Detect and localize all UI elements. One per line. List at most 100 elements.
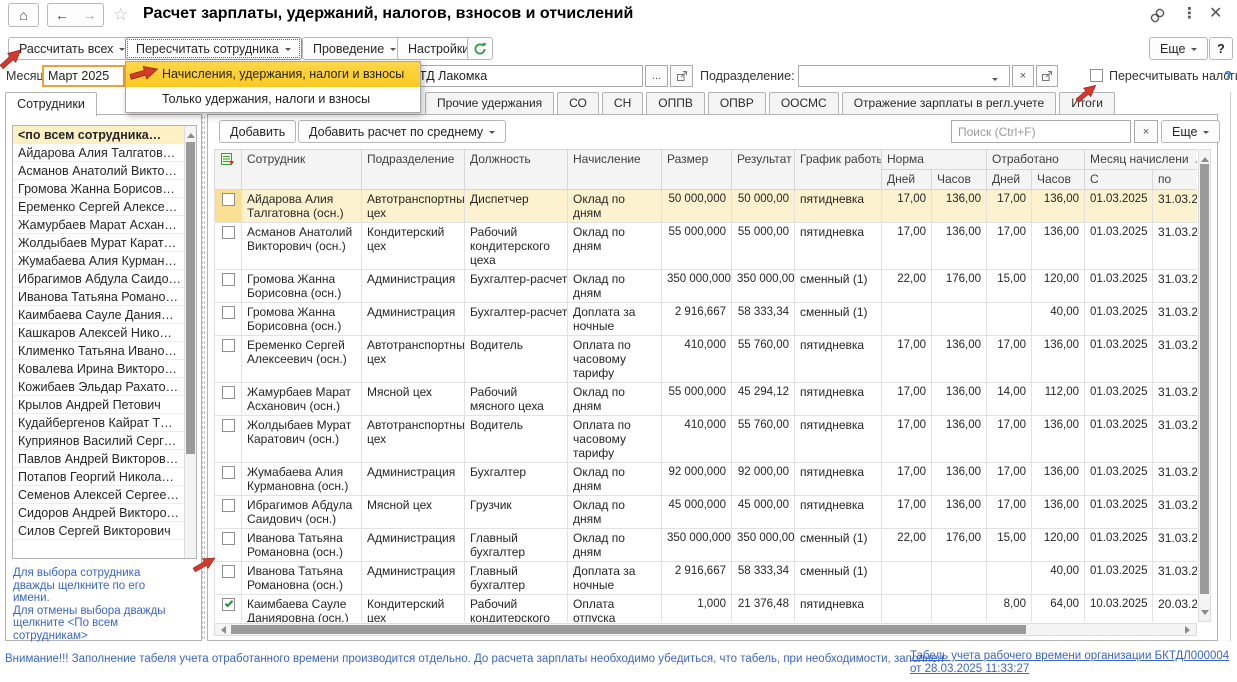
tab-employees[interactable]: Сотрудники — [5, 92, 97, 116]
workspace-tab[interactable]: ОПВР — [708, 92, 766, 115]
favorite-star-icon[interactable]: ☆ — [113, 5, 128, 25]
employee-list-item[interactable]: Громова Жанна Борисов… — [13, 180, 184, 198]
grid-row[interactable]: Иванова Татьяна Романовна (осн.)Админист… — [215, 529, 1198, 562]
col-result[interactable]: Результат — [732, 150, 795, 190]
col-worked-days[interactable]: Дней — [987, 170, 1032, 190]
employee-list-item[interactable]: Ибрагимов Абдула Саидо… — [13, 270, 184, 288]
row-checkbox[interactable] — [222, 419, 235, 432]
employee-list-item[interactable]: Потапов Георгий Никола… — [13, 468, 184, 486]
menu-item-accruals-taxes[interactable]: Начисления, удержания, налоги и взносы — [126, 62, 420, 87]
col-employee[interactable]: Сотрудник — [242, 150, 362, 190]
organization-open-icon[interactable] — [670, 65, 693, 87]
grid-row[interactable]: Громова Жанна Борисовна (осн.)Администра… — [215, 270, 1198, 303]
timesheet-link[interactable]: Табель учета рабочего времени организаци… — [910, 650, 1237, 676]
grid-row[interactable]: Громова Жанна Борисовна (осн.)Администра… — [215, 303, 1198, 336]
col-schedule[interactable]: График работы — [795, 150, 882, 190]
row-checkbox[interactable] — [222, 598, 235, 611]
employee-list-item[interactable]: Жамурбаев Марат Асхан… — [13, 216, 184, 234]
row-checkbox[interactable] — [222, 339, 235, 352]
home-button[interactable]: ⌂ — [8, 3, 39, 27]
employee-list-item[interactable]: Айдарова Алия Талгатов… — [13, 144, 184, 162]
search-input[interactable] — [951, 120, 1131, 143]
col-accrual[interactable]: Начисление — [568, 150, 662, 190]
scroll-up-icon[interactable] — [187, 129, 195, 138]
scrollbar-thumb[interactable] — [186, 142, 195, 454]
recalc-employee-button[interactable]: Пересчитать сотрудника — [125, 37, 302, 60]
col-worked-hours[interactable]: Часов — [1032, 170, 1085, 190]
workspace-tab[interactable]: СО — [557, 92, 599, 115]
scroll-left-icon[interactable] — [217, 626, 226, 634]
grid-row[interactable]: Еременко Сергей Алексеевич (осн.)Автотра… — [215, 336, 1198, 383]
employee-list-item[interactable]: Жумабаева Алия Курман… — [13, 252, 184, 270]
toolbar-more-button[interactable]: Еще — [1149, 37, 1208, 60]
scroll-right-icon[interactable] — [1185, 626, 1194, 634]
workspace-tab[interactable]: Отражение зарплаты в регл.учете — [842, 92, 1057, 115]
employee-list-item[interactable]: Павлов Андрей Викторов… — [13, 450, 184, 468]
configure-columns-icon[interactable] — [220, 152, 235, 167]
workspace-tab[interactable]: ООСМС — [769, 92, 839, 115]
grid-row[interactable]: Айдарова Алия Талгатовна (осн.)Автотранс… — [215, 190, 1198, 223]
employee-list-item[interactable]: Асманов Анатолий Викто… — [13, 162, 184, 180]
grid-row[interactable]: Иванова Татьяна Романовна (осн.)Админист… — [215, 562, 1198, 595]
department-combo[interactable] — [798, 65, 1010, 87]
get-link-icon[interactable] — [1149, 7, 1166, 27]
department-clear-icon[interactable]: × — [1012, 65, 1034, 87]
employee-list-item[interactable]: Сидоров Андрей Викторо… — [13, 504, 184, 522]
row-checkbox[interactable] — [222, 565, 235, 578]
calc-all-button[interactable]: Рассчитать всех — [8, 37, 136, 60]
col-amount[interactable]: Размер — [662, 150, 732, 190]
row-checkbox[interactable] — [222, 499, 235, 512]
scroll-up-icon[interactable] — [1201, 153, 1209, 162]
organization-field[interactable] — [413, 65, 643, 87]
row-checkbox[interactable] — [222, 226, 235, 239]
employee-list-item[interactable]: Каимбаева Сауле Дания… — [13, 306, 184, 324]
department-open-icon[interactable] — [1036, 65, 1058, 87]
col-norm-days[interactable]: Дней — [882, 170, 932, 190]
col-norm-hours[interactable]: Часов — [932, 170, 987, 190]
col-position[interactable]: Должность — [465, 150, 568, 190]
posting-button[interactable]: Проведение — [302, 37, 407, 60]
month-input[interactable] — [42, 65, 125, 87]
grid-row[interactable]: Ибрагимов Абдула Саидович (осн.)Мясной ц… — [215, 496, 1198, 529]
employee-list-item[interactable]: Кашкаров Алексей Нико… — [13, 324, 184, 342]
col-department[interactable]: Подразделение — [362, 150, 465, 190]
more-vert-icon[interactable]: ⋮ — [1182, 4, 1197, 22]
employee-list-item[interactable]: Клименко Татьяна Ивано… — [13, 342, 184, 360]
recalc-taxes-help[interactable]: ? — [1224, 68, 1232, 83]
scroll-down-icon[interactable] — [1201, 610, 1209, 619]
employee-list-item[interactable]: Жолдыбаев Мурат Карат… — [13, 234, 184, 252]
organization-ellipsis-button[interactable]: ... — [645, 65, 668, 87]
grid-row[interactable]: Асманов Анатолий Викторович (осн.)Кондит… — [215, 223, 1198, 270]
toolbar-help-button[interactable]: ? — [1209, 37, 1233, 60]
scrollbar-thumb[interactable] — [1200, 164, 1209, 594]
employee-list-item[interactable]: Крылов Андрей Петович — [13, 396, 184, 414]
employee-list[interactable]: <по всем сотрудника…Айдарова Алия Талгат… — [12, 125, 197, 559]
row-checkbox[interactable] — [222, 306, 235, 319]
row-checkbox[interactable] — [222, 466, 235, 479]
row-checkbox[interactable] — [222, 273, 235, 286]
col-date-from[interactable]: С — [1085, 170, 1153, 190]
forward-button[interactable]: → — [76, 3, 104, 27]
grid-row[interactable]: Жумабаева Алия Курмановна (осн.)Админист… — [215, 463, 1198, 496]
employee-list-item[interactable]: Иванова Татьяна Романо… — [13, 288, 184, 306]
search-clear-icon[interactable]: × — [1134, 120, 1158, 143]
grid-row[interactable]: Каимбаева Сауле Данияровна (осн.)Кондите… — [215, 595, 1198, 623]
row-checkbox[interactable] — [222, 532, 235, 545]
employee-list-item[interactable]: Кудайбергенов Кайрат Т… — [13, 414, 184, 432]
grid-row[interactable]: Жолдыбаев Мурат Каратович (осн.)Автотран… — [215, 416, 1198, 463]
employee-list-item[interactable]: <по всем сотрудника… — [13, 126, 184, 144]
grid-more-button[interactable]: Еще — [1161, 120, 1220, 143]
workspace-tab[interactable]: Прочие удержания — [425, 92, 554, 115]
scrollbar-thumb[interactable] — [231, 625, 1026, 634]
row-checkbox[interactable] — [222, 193, 235, 206]
refresh-button[interactable] — [467, 37, 493, 60]
col-month[interactable]: Месяц начислени — [1085, 150, 1197, 170]
workspace-tab[interactable]: ОППВ — [646, 92, 705, 115]
col-norm[interactable]: Норма — [882, 150, 987, 170]
add-average-button[interactable]: Добавить расчет по среднему — [298, 120, 506, 143]
add-button[interactable]: Добавить — [219, 120, 296, 143]
employee-list-scrollbar[interactable] — [184, 126, 196, 558]
employee-list-item[interactable]: Еременко Сергей Алексе… — [13, 198, 184, 216]
employee-list-item[interactable]: Семенов Алексей Сергее… — [13, 486, 184, 504]
back-button[interactable]: ← — [47, 3, 77, 27]
